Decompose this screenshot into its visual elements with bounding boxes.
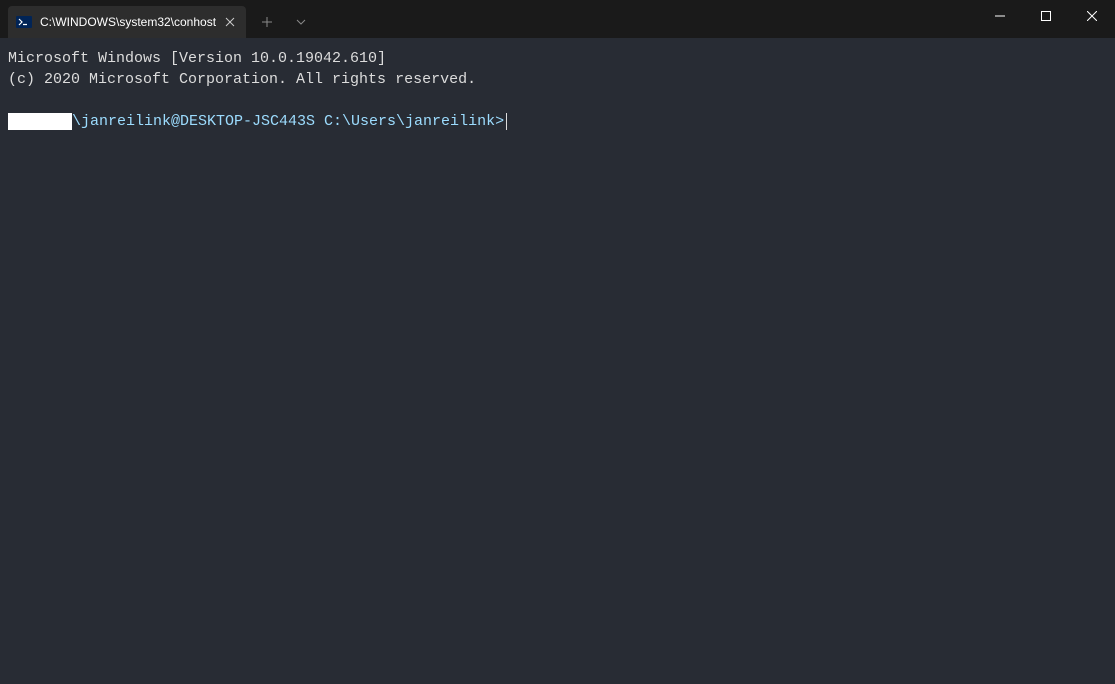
terminal-area[interactable]: Microsoft Windows [Version 10.0.19042.61… (0, 38, 1115, 684)
maximize-button[interactable] (1023, 0, 1069, 32)
minimize-button[interactable] (977, 0, 1023, 32)
tab-close-button[interactable] (222, 14, 238, 30)
close-button[interactable] (1069, 0, 1115, 32)
terminal-tab[interactable]: C:\WINDOWS\system32\conhost (8, 6, 246, 38)
cursor (506, 113, 507, 130)
tab-dropdown-button[interactable] (284, 6, 318, 38)
new-tab-button[interactable] (250, 6, 284, 38)
terminal-output-line: (c) 2020 Microsoft Corporation. All righ… (8, 69, 1107, 90)
prompt-text: \janreilink@DESKTOP-JSC443S C:\Users\jan… (72, 111, 504, 132)
window-controls (977, 0, 1115, 32)
titlebar: C:\WINDOWS\system32\conhost (0, 0, 1115, 38)
tab-actions (250, 6, 318, 38)
terminal-prompt-line: \janreilink@DESKTOP-JSC443S C:\Users\jan… (8, 111, 1107, 132)
powershell-icon (16, 14, 32, 30)
terminal-output-line: Microsoft Windows [Version 10.0.19042.61… (8, 48, 1107, 69)
redacted-block (8, 113, 72, 130)
tab-title: C:\WINDOWS\system32\conhost (40, 15, 216, 29)
